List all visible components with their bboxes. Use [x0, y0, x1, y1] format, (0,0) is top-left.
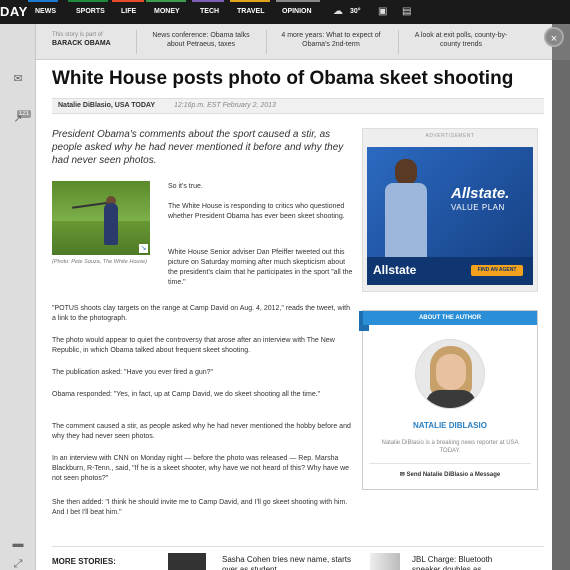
photo-caption: (Photo: Pete Souza, The White House)	[52, 259, 148, 265]
advertisement: ADVERTISEMENT Allstate. VALUE PLAN Allst…	[362, 128, 538, 292]
byline[interactable]: Natalie DiBlasio, USA TODAY	[58, 102, 155, 109]
related-link-3[interactable]: A look at exit polls, county-by-county t…	[406, 31, 516, 49]
avatar[interactable]	[415, 339, 485, 409]
topic-label: This story is part of	[52, 32, 103, 38]
share-icon[interactable]: ↗	[0, 112, 36, 125]
weather-temp[interactable]: 30°	[350, 0, 361, 24]
nav-item-life[interactable]: LIFE	[121, 0, 136, 24]
article-photo[interactable]: ↘ (Photo: Pete Souza, The White House)	[52, 181, 150, 266]
paragraph: Obama responded: "Yes, in fact, up at Ca…	[52, 391, 321, 398]
author-box: ABOUT THE AUTHOR NATALIE DIBLASIO Natali…	[359, 310, 538, 490]
paragraph: The White House is responding to critics…	[168, 203, 345, 220]
topic-title[interactable]: BARACK OBAMA	[52, 40, 111, 47]
story-thumbnail[interactable]	[168, 553, 206, 570]
paragraph: The photo would appear to quiet the cont…	[52, 337, 335, 354]
story-thumbnail[interactable]	[370, 553, 400, 570]
camera-icon[interactable]: ▣	[378, 5, 387, 19]
related-link-2[interactable]: 4 more years: What to expect of Obama's …	[276, 31, 386, 49]
send-message-label: Send Natalie DiBlasio a Message	[406, 472, 501, 478]
more-stories: MORE STORIES: Sasha Cohen tries new name…	[52, 546, 544, 570]
photo-image[interactable]: ↘	[52, 181, 150, 255]
nav-item-sports[interactable]: SPORTS	[76, 0, 105, 24]
article-intro: President Obama's comments about the spo…	[52, 129, 344, 166]
divider	[266, 30, 267, 54]
more-story-link-2[interactable]: JBL Charge: Bluetooth speaker doubles as	[412, 555, 522, 570]
ad-plan: VALUE PLAN	[451, 203, 505, 212]
divider	[369, 463, 531, 464]
article: White House posts photo of Obama skeet s…	[36, 60, 552, 570]
paragraph: White House Senior adviser Dan Pfeiffer …	[168, 249, 353, 286]
ad-footer: Allstate FIND AN AGENT	[367, 257, 533, 285]
nav-item-news[interactable]: NEWS	[35, 0, 56, 24]
divider	[398, 30, 399, 54]
paragraph: She then added: "I think he should invit…	[52, 499, 348, 516]
headline: White House posts photo of Obama skeet s…	[52, 68, 514, 89]
print-icon[interactable]: ▬	[0, 538, 36, 550]
weather-icon[interactable]: ☁	[333, 5, 343, 19]
site-logo[interactable]: DAY	[0, 0, 28, 24]
left-rail: ✉ 121 ↗ ▬ ⤢	[0, 24, 36, 570]
ad-logo: Allstate	[373, 263, 417, 277]
comment-icon[interactable]: ✉	[0, 72, 36, 85]
close-button[interactable]: ×	[544, 27, 564, 47]
nav-item-money[interactable]: MONEY	[154, 0, 180, 24]
byline-bar: Natalie DiBlasio, USA TODAY 12:16p.m. ES…	[52, 98, 544, 114]
paragraph: The publication asked: "Have you ever fi…	[52, 369, 214, 376]
nav-item-tech[interactable]: TECH	[200, 0, 219, 24]
related-link-1[interactable]: News conference: Obama talks about Petra…	[146, 31, 256, 49]
mail-icon: ✉	[399, 472, 407, 478]
timestamp: 12:16p.m. EST February 2, 2013	[174, 102, 276, 109]
ad-brand: Allstate.	[451, 185, 510, 202]
article-intro-wrap: President Obama's comments about the spo…	[52, 128, 352, 179]
nav-item-opinion[interactable]: OPINION	[282, 0, 312, 24]
top-nav: DAY NEWS SPORTS LIFE MONEY TECH TRAVEL O…	[0, 0, 570, 24]
send-message-button[interactable]: ✉ Send Natalie DiBlasio a Message	[363, 471, 537, 478]
ad-label: ADVERTISEMENT	[425, 133, 475, 139]
paragraph: In an interview with CNN on Monday night…	[52, 455, 350, 482]
more-stories-title: MORE STORIES:	[52, 557, 116, 566]
author-bio: Natalie DiBlasio is a breaking news repo…	[381, 440, 519, 454]
page-gutter	[552, 60, 570, 570]
expand-icon[interactable]: ⤢	[0, 558, 36, 570]
author-heading: ABOUT THE AUTHOR	[363, 311, 537, 325]
find-agent-button[interactable]: FIND AN AGENT	[471, 265, 523, 276]
more-story-link-1[interactable]: Sasha Cohen tries new name, starts over …	[222, 555, 352, 570]
topic-strip: This story is part of BARACK OBAMA News …	[36, 24, 552, 60]
expand-photo-icon[interactable]: ↘	[139, 244, 148, 253]
ad-banner[interactable]: Allstate. VALUE PLAN Allstate FIND AN AG…	[367, 147, 533, 285]
author-name[interactable]: NATALIE DIBLASIO	[363, 421, 537, 430]
ad-person-image	[385, 159, 427, 269]
divider	[136, 30, 137, 54]
paragraph: So it's true.	[168, 183, 203, 190]
newspaper-icon[interactable]: ▤	[402, 5, 411, 19]
paragraph: "POTUS shoots clay targets on the range …	[52, 305, 350, 322]
nav-item-travel[interactable]: TRAVEL	[237, 0, 264, 24]
paragraph: The comment caused a stir, as people ask…	[52, 423, 351, 440]
